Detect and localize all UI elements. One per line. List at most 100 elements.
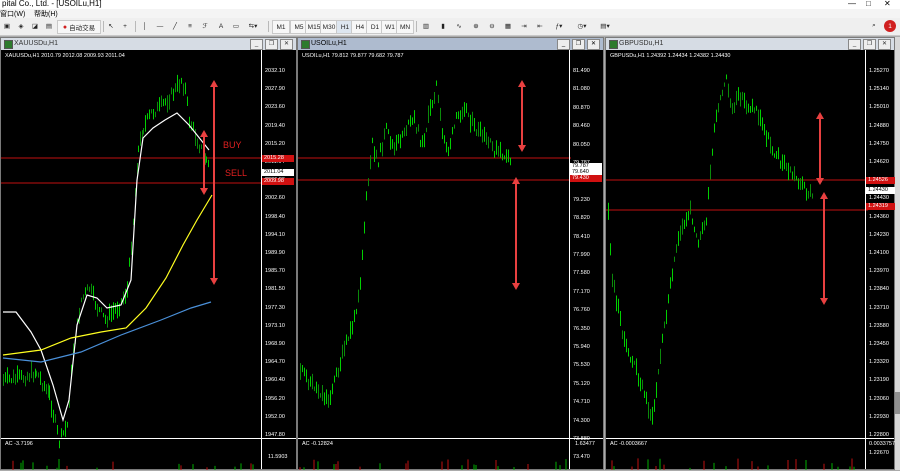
notifications-badge[interactable]: 1 (884, 20, 896, 32)
zoom-in-icon[interactable]: ⊕ (470, 20, 482, 32)
window-minimize-button[interactable]: _ (557, 39, 570, 50)
chart-icon (301, 40, 310, 49)
price-tick: 1.24230 (869, 231, 889, 238)
price-tick: 77.170 (573, 288, 590, 295)
maximize-button[interactable]: □ (866, 0, 871, 8)
search-icon[interactable]: ⌕ (868, 20, 880, 32)
window-restore-button[interactable]: ❐ (265, 39, 278, 50)
cursor-icon[interactable]: ↖ (106, 20, 116, 32)
tile-windows-icon[interactable]: ▦ (502, 20, 514, 32)
buy-annotation: BUY (223, 140, 242, 150)
text-tool-icon[interactable]: A (216, 20, 226, 32)
window-close-button[interactable]: ✕ (587, 39, 600, 50)
chart-window-xauusd[interactable]: XAUUSDu,H1 _ ❐ ✕ XAUUSDu,H1 2010.79 2012.0… (0, 37, 297, 470)
arrow-head (816, 112, 824, 119)
minimize-button[interactable]: — (848, 0, 856, 8)
window-close-button[interactable]: ✕ (878, 39, 891, 50)
price-tick: 77.580 (573, 270, 590, 277)
price-tick: 1985.70 (265, 268, 285, 275)
price-chart[interactable] (298, 50, 605, 471)
price-tick: 78.410 (573, 233, 590, 240)
window-titlebar[interactable]: GBPUSDu,H1 _ ❐ ✕ (606, 38, 894, 50)
price-tick: 1.25140 (869, 86, 889, 93)
vertical-line-icon[interactable]: │ (140, 20, 150, 32)
arrow-head (820, 298, 828, 305)
indicator-label: AC -3.7196 (5, 441, 33, 447)
price-chart[interactable] (606, 50, 896, 471)
market-watch-icon[interactable]: ◈ (16, 20, 26, 32)
price-tick: 2023.60 (265, 104, 285, 111)
price-tick: 74.710 (573, 399, 590, 406)
horizontal-line-icon[interactable]: — (155, 20, 165, 32)
price-tick: 1.24880 (869, 122, 889, 129)
window-title: GBPUSDu,H1 (619, 40, 664, 47)
price-chart[interactable] (1, 50, 298, 471)
window-titlebar[interactable]: USOILu,H1 _ ❐ ✕ (298, 38, 603, 50)
arrow-head (512, 283, 520, 290)
arrow-head (200, 130, 208, 137)
price-scale[interactable]: 81.49081.08080.87080.46080.05079.78779.6… (569, 50, 603, 469)
indicators-dropdown-icon[interactable]: ƒ▾ (550, 20, 568, 32)
price-tick: 2032.10 (265, 68, 285, 74)
timeframe-mn[interactable]: MN (396, 20, 414, 34)
autoscroll-icon[interactable]: ⇥ (518, 20, 530, 32)
shapes-dropdown-icon[interactable]: ⇆▾ (246, 20, 260, 32)
indicator-scale-top: 1.63477 (575, 441, 595, 447)
bar-chart-icon[interactable]: ▥ (420, 20, 432, 32)
zoom-out-icon[interactable]: ⊖ (486, 20, 498, 32)
price-tick: 1.23580 (869, 322, 889, 329)
channel-icon[interactable]: ≡ (185, 20, 195, 32)
chart-window-usoil[interactable]: USOILu,H1 _ ❐ ✕ USOILu,H1 79.812 79.877 79… (297, 37, 604, 470)
title-bar: pital Co., Ltd. - [USOILu,H1] — □ ✕ (0, 0, 900, 9)
price-tick: 1989.90 (265, 250, 285, 256)
navigator-icon[interactable]: ◪ (30, 20, 40, 32)
price-marker: 1.24430 (866, 187, 898, 194)
moving-average-line (2, 301, 212, 363)
close-button[interactable]: ✕ (884, 0, 891, 8)
window-close-button[interactable]: ✕ (280, 39, 293, 50)
templates-dropdown-icon[interactable]: ▤▾ (596, 20, 614, 32)
window-restore-button[interactable]: ❐ (572, 39, 585, 50)
moving-average-line (2, 194, 213, 356)
chart-window-gbpusd[interactable]: GBPUSDu,H1 _ ❐ ✕ GBPUSDu,H1 1.24392 1.2443… (605, 37, 898, 471)
price-scale[interactable]: 2032.10 2027.90 2023.60 2019.40 2015.20 2011.… (261, 50, 296, 469)
indicator-scale-top: 11.5903 (268, 454, 288, 460)
fibonacci-icon[interactable]: ℱ (200, 20, 210, 32)
new-order-icon[interactable]: ▣ (2, 20, 12, 32)
toolbar: ▣ ◈ ◪ ▤ ● 自动交易 ↖ + │ — ╱ ≡ ℱ A ▭ ⇆▾ M1 M… (0, 18, 900, 36)
indicator-label: AC -0.0003667 (610, 441, 647, 447)
price-tick: 1977.30 (265, 304, 285, 311)
window-restore-button[interactable]: ❐ (863, 39, 876, 50)
price-tick: 76.350 (573, 325, 590, 332)
price-tick: 79.230 (573, 196, 590, 203)
auto-trade-button[interactable]: ● 自动交易 (57, 20, 101, 34)
price-tick: 2002.60 (265, 195, 285, 202)
window-minimize-button[interactable]: _ (848, 39, 861, 50)
window-titlebar[interactable]: XAUUSDu,H1 _ ❐ ✕ (1, 38, 296, 50)
price-tick: 73.470 (573, 454, 590, 461)
arrow-head (518, 80, 526, 87)
terminal-icon[interactable]: ▤ (44, 20, 54, 32)
trendline-icon[interactable]: ╱ (170, 20, 180, 32)
price-tick: 1960.40 (265, 377, 285, 384)
label-tool-icon[interactable]: ▭ (231, 20, 241, 32)
timeframe-m1[interactable]: M1 (272, 20, 290, 34)
price-tick: 1.23970 (869, 268, 889, 275)
price-marker: 1.24526 (866, 177, 898, 184)
vertical-scrollbar[interactable] (895, 37, 900, 470)
periodicity-dropdown-icon[interactable]: ◷▾ (573, 20, 591, 32)
chart-icon (4, 40, 13, 49)
candlestick-icon[interactable]: ▮ (437, 20, 449, 32)
sell-annotation: SELL (225, 168, 248, 178)
line-chart-icon[interactable]: ∿ (453, 20, 465, 32)
arrow-head (518, 145, 526, 152)
price-scale[interactable]: 1.25270 1.25140 1.25010 1.24880 1.24750 1.246… (865, 50, 898, 469)
crosshair-icon[interactable]: + (120, 20, 130, 32)
price-tick: 1.24100 (869, 250, 889, 256)
window-minimize-button[interactable]: _ (250, 39, 263, 50)
price-marker: 2009.98 (262, 178, 294, 185)
chart-shift-icon[interactable]: ⇤ (534, 20, 546, 32)
auto-trade-label: 自动交易 (69, 25, 96, 32)
price-tick: 75.530 (573, 362, 590, 369)
price-marker: 2015.28 (262, 155, 294, 162)
